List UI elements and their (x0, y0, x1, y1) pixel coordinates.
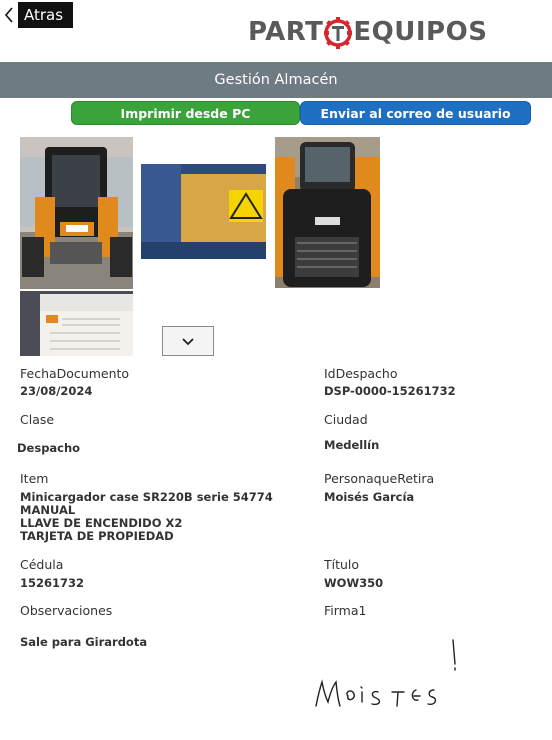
fecha-label: FechaDocumento (20, 366, 130, 381)
persona-value: Moisés García (324, 490, 415, 504)
gear-logo-icon (324, 15, 353, 49)
partequipos-logo: PART EQUIPOS (248, 14, 487, 50)
logo-text-right: EQUIPOS (353, 17, 488, 47)
clase-label: Clase (20, 412, 55, 427)
chevron-left-icon (0, 2, 18, 28)
fecha-value: 23/08/2024 (20, 384, 93, 398)
observaciones-label: Observaciones (20, 603, 113, 618)
skid-steer-front-photo[interactable] (20, 137, 133, 289)
warning-decal-photo[interactable] (141, 164, 266, 259)
iddespacho-value: DSP-0000-15261732 (324, 384, 456, 398)
cedula-value: 15261732 (20, 576, 85, 590)
iddespacho-label: IdDespacho (324, 366, 398, 381)
persona-label: PersonaqueRetira (324, 471, 435, 486)
print-from-pc-button[interactable]: Imprimir desde PC (71, 101, 300, 125)
back-button[interactable]: Atras (0, 2, 74, 28)
clase-value: Despacho (17, 441, 81, 455)
firma-label: Firma1 (324, 603, 367, 618)
document-bag-photo[interactable] (20, 291, 133, 356)
item-line: TARJETA DE PROPIEDAD (20, 529, 174, 543)
ciudad-value: Medellín (324, 438, 380, 452)
observaciones-value: Sale para Girardota (20, 635, 148, 649)
handwritten-signature (300, 636, 480, 716)
chevron-down-icon (181, 332, 195, 351)
logo-text-left: PART (248, 17, 324, 47)
page-title: Gestión Almacén (214, 72, 338, 88)
header-bar: Gestión Almacén (0, 62, 552, 98)
back-label: Atras (18, 2, 74, 28)
photos-dropdown-button[interactable] (162, 326, 214, 356)
titulo-label: Título (324, 557, 360, 572)
titulo-value: WOW350 (324, 576, 384, 590)
send-email-button[interactable]: Enviar al correo de usuario (300, 101, 531, 125)
item-value: Minicargador case SR220B serie 54774 MAN… (20, 491, 273, 543)
skid-steer-rear-photo[interactable] (275, 137, 380, 288)
cedula-label: Cédula (20, 557, 64, 572)
ciudad-label: Ciudad (324, 412, 368, 427)
item-label: Item (20, 471, 49, 486)
